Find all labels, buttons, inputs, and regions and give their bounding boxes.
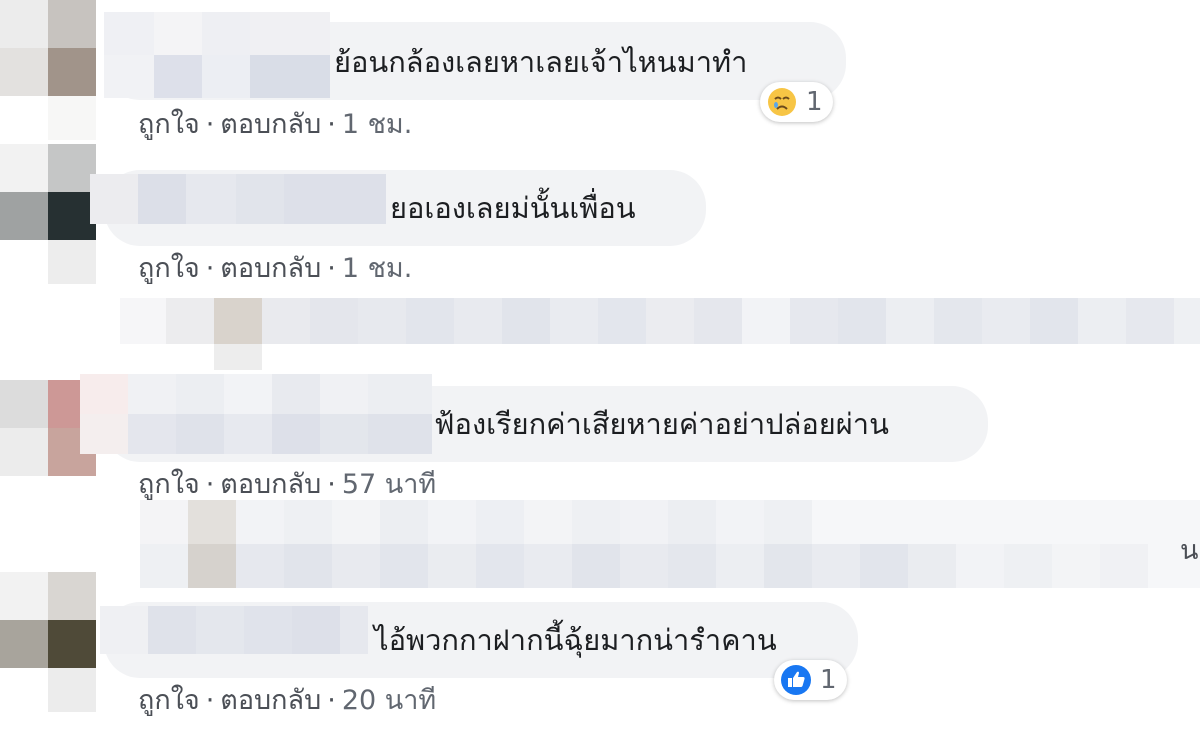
blurred-reply-preview[interactable]: [120, 298, 1200, 370]
reaction-summary[interactable]: 1: [760, 82, 833, 122]
timestamp[interactable]: 20 นาที: [342, 685, 436, 716]
separator: ·: [205, 109, 215, 140]
comment-text: ฟ้องเรียกค่าเสียหายค่าอย่าปล่อยผ่าน: [434, 407, 889, 441]
reply-link[interactable]: ตอบกลับ: [220, 253, 321, 284]
separator: ·: [205, 685, 215, 716]
separator: ·: [205, 469, 215, 500]
reaction-summary[interactable]: 1: [774, 660, 847, 700]
reaction-count: 1: [820, 665, 837, 695]
reaction-count: 1: [806, 87, 823, 117]
comment-text: ยอเองเลยม่นั้นเพื่อน: [390, 191, 636, 225]
commenter-name[interactable]: [100, 606, 368, 654]
like-thumb-icon: [781, 665, 811, 695]
commenter-name[interactable]: [80, 374, 432, 454]
sad-face-icon: [768, 88, 796, 116]
avatar-lower: [48, 240, 96, 284]
reply-link[interactable]: ตอบกลับ: [220, 469, 321, 500]
reply-link[interactable]: ตอบกลับ: [220, 685, 321, 716]
avatar-lower: [48, 668, 96, 712]
separator: ·: [327, 469, 336, 500]
avatar-lower: [48, 96, 96, 140]
separator: ·: [327, 109, 336, 140]
comment-actions: ถูกใจ · ตอบกลับ · 1 ชม.: [138, 108, 412, 142]
comment-text: ย้อนกล้องเลยหาเลยเจ้าไหนมาทำ: [334, 45, 748, 79]
avatar[interactable]: [0, 0, 96, 96]
timestamp[interactable]: 57 นาที: [342, 469, 436, 500]
separator: ·: [205, 253, 215, 284]
separator: ·: [327, 253, 336, 284]
blurred-reply-preview[interactable]: [140, 500, 1200, 588]
comment-actions: ถูกใจ · ตอบกลับ · 1 ชม.: [138, 252, 412, 286]
comment-text: ไอ้พวกกาฝากนี้ฉุ้ยมากน่ารำคาน: [374, 623, 777, 657]
like-link[interactable]: ถูกใจ: [138, 109, 200, 140]
comment-actions: ถูกใจ · ตอบกลับ · 57 นาที: [138, 468, 436, 502]
like-link[interactable]: ถูกใจ: [138, 253, 200, 284]
like-link[interactable]: ถูกใจ: [138, 469, 200, 500]
like-link[interactable]: ถูกใจ: [138, 685, 200, 716]
commenter-name[interactable]: [90, 174, 386, 224]
truncated-text: น: [1180, 535, 1199, 566]
timestamp[interactable]: 1 ชม.: [342, 253, 412, 284]
timestamp[interactable]: 1 ชม.: [342, 109, 412, 140]
avatar[interactable]: [0, 572, 96, 668]
separator: ·: [327, 685, 336, 716]
comment-actions: ถูกใจ · ตอบกลับ · 20 นาที: [138, 684, 436, 718]
avatar[interactable]: [0, 144, 96, 240]
reply-link[interactable]: ตอบกลับ: [220, 109, 321, 140]
commenter-name[interactable]: [104, 12, 330, 98]
